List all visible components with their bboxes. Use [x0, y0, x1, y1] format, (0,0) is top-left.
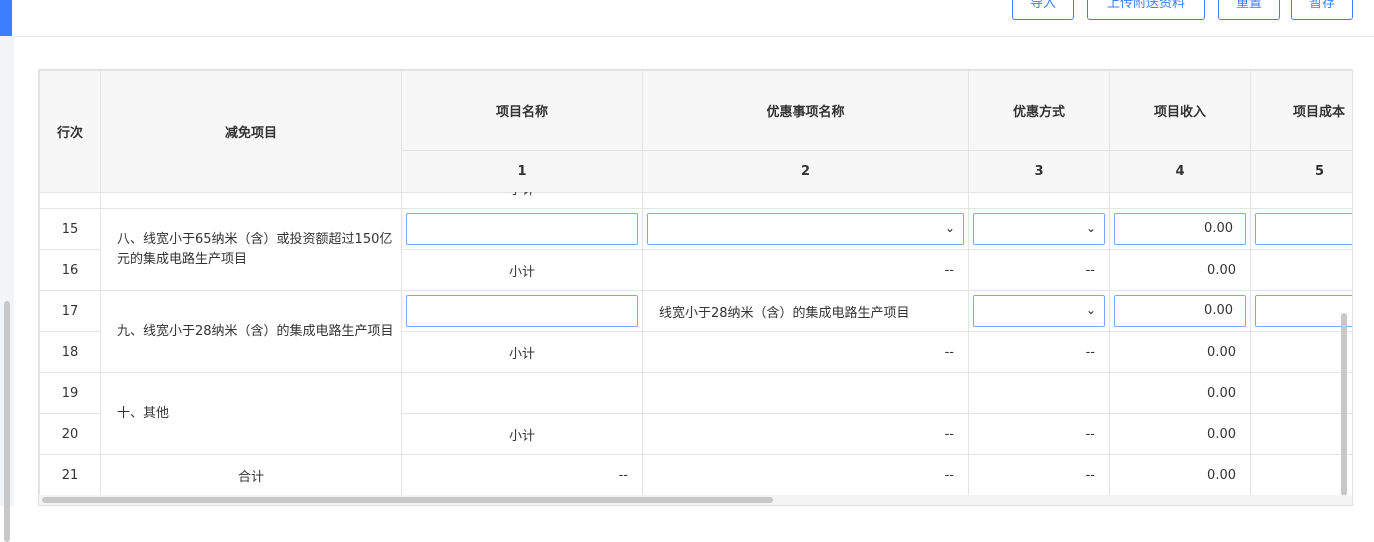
save-draft-button[interactable]: 暂存	[1291, 0, 1353, 20]
col-number-3: 3	[968, 150, 1110, 193]
tax-reduction-table: 行次 减免项目 项目名称 优惠事项名称 优惠方式 项目收入 项目成本 1 2 3…	[38, 69, 1353, 506]
upload-attachment-button[interactable]: 上传附送资料	[1087, 0, 1205, 20]
chevron-down-icon: ⌄	[1085, 221, 1096, 235]
row-number: 20	[39, 413, 101, 455]
table-row: 17 九、线宽小于28纳米（含）的集成电路生产项目 线宽小于28纳米（含）的集成…	[39, 290, 1352, 373]
row-number: 16	[39, 249, 101, 291]
total-preference-method-value: --	[968, 454, 1110, 496]
row-number: 18	[39, 331, 101, 373]
partial-income: 0.00	[1109, 192, 1251, 208]
preference-name-text: 线宽小于28纳米（含）的集成电路生产项目	[642, 290, 969, 332]
table-row: 19 十、其他 0.00	[39, 372, 1352, 455]
subtotal-label: 小计	[401, 413, 643, 455]
project-income-input[interactable]: 0.00	[1114, 213, 1246, 245]
col-number-2: 2	[642, 150, 969, 193]
total-label: 合计	[100, 454, 402, 496]
header-item: 减免项目	[100, 70, 402, 193]
preference-name-value: --	[642, 331, 969, 373]
table-horizontal-scroll-track	[39, 495, 1352, 505]
col-number-1: 1	[401, 150, 643, 193]
table-row: 15 八、线宽小于65纳米（含）或投资额超过150亿元的集成电路生产项目 ⌄ ⌄…	[39, 208, 1352, 291]
project-income-value: 0.00	[1109, 413, 1251, 455]
project-name-input[interactable]	[406, 213, 638, 245]
chevron-down-icon: ⌄	[944, 221, 955, 235]
col-number-5: 5	[1250, 150, 1352, 193]
project-cost-input[interactable]	[1255, 213, 1352, 245]
subtotal-label: 小计	[401, 249, 643, 291]
project-income-value: 0.00	[1109, 372, 1251, 414]
preference-name-select[interactable]: ⌄	[647, 213, 964, 245]
subtotal-label: 小计	[401, 331, 643, 373]
table-body: 15 八、线宽小于65纳米（含）或投资额超过150亿元的集成电路生产项目 ⌄ ⌄…	[39, 208, 1352, 496]
project-cost-input[interactable]	[1255, 295, 1352, 327]
reset-button[interactable]: 重置	[1218, 0, 1280, 20]
preference-name-value: --	[642, 413, 969, 455]
header-row-no: 行次	[39, 70, 101, 193]
item-label: 九、线宽小于28纳米（含）的集成电路生产项目	[100, 290, 402, 373]
project-income-value: 0.00	[1109, 331, 1251, 373]
preference-method-value: --	[968, 249, 1110, 291]
left-accent-bar	[0, 0, 12, 36]
preference-method-select[interactable]: ⌄	[973, 295, 1105, 327]
preference-method-value: --	[968, 331, 1110, 373]
preference-name-value: --	[642, 249, 969, 291]
partial-subtotal: 小计	[401, 192, 643, 208]
preference-method-select[interactable]: ⌄	[973, 213, 1105, 245]
header-project-cost: 项目成本	[1250, 70, 1352, 151]
project-income-input[interactable]: 0.00	[1114, 295, 1246, 327]
table-horizontal-scrollbar[interactable]	[42, 497, 773, 503]
import-button[interactable]: 导入	[1012, 0, 1074, 20]
col-number-4: 4	[1109, 150, 1251, 193]
row-number: 21	[39, 454, 101, 496]
row-number: 17	[39, 290, 101, 332]
total-income-value: 0.00	[1109, 454, 1251, 496]
total-project-name-value: --	[401, 454, 643, 496]
row-number: 19	[39, 372, 101, 414]
chevron-down-icon: ⌄	[1085, 303, 1096, 317]
header-preference-method: 优惠方式	[968, 70, 1110, 151]
table-vertical-scrollbar[interactable]	[1341, 313, 1347, 496]
total-preference-name-value: --	[642, 454, 969, 496]
preference-method-value: --	[968, 413, 1110, 455]
table-header: 行次 减免项目 项目名称 优惠事项名称 优惠方式 项目收入 项目成本 1 2 3…	[39, 70, 1352, 193]
header-project-income: 项目收入	[1109, 70, 1251, 151]
top-toolbar: 导入 上传附送资料 重置 暂存	[14, 0, 1374, 37]
project-income-value: 0.00	[1109, 249, 1251, 291]
row-number: 15	[39, 208, 101, 250]
page-gutter	[0, 36, 14, 542]
partial-row: 小计 0.00	[39, 192, 1352, 208]
total-row: 21 合计 -- -- -- 0.00	[39, 454, 1352, 496]
header-project-name: 项目名称	[401, 70, 643, 151]
item-label: 十、其他	[100, 372, 402, 455]
header-preference-name: 优惠事项名称	[642, 70, 969, 151]
partial-row-clip: 小计 0.00	[39, 192, 1352, 208]
project-name-input[interactable]	[406, 295, 638, 327]
item-label: 八、线宽小于65纳米（含）或投资额超过150亿元的集成电路生产项目	[100, 208, 402, 291]
